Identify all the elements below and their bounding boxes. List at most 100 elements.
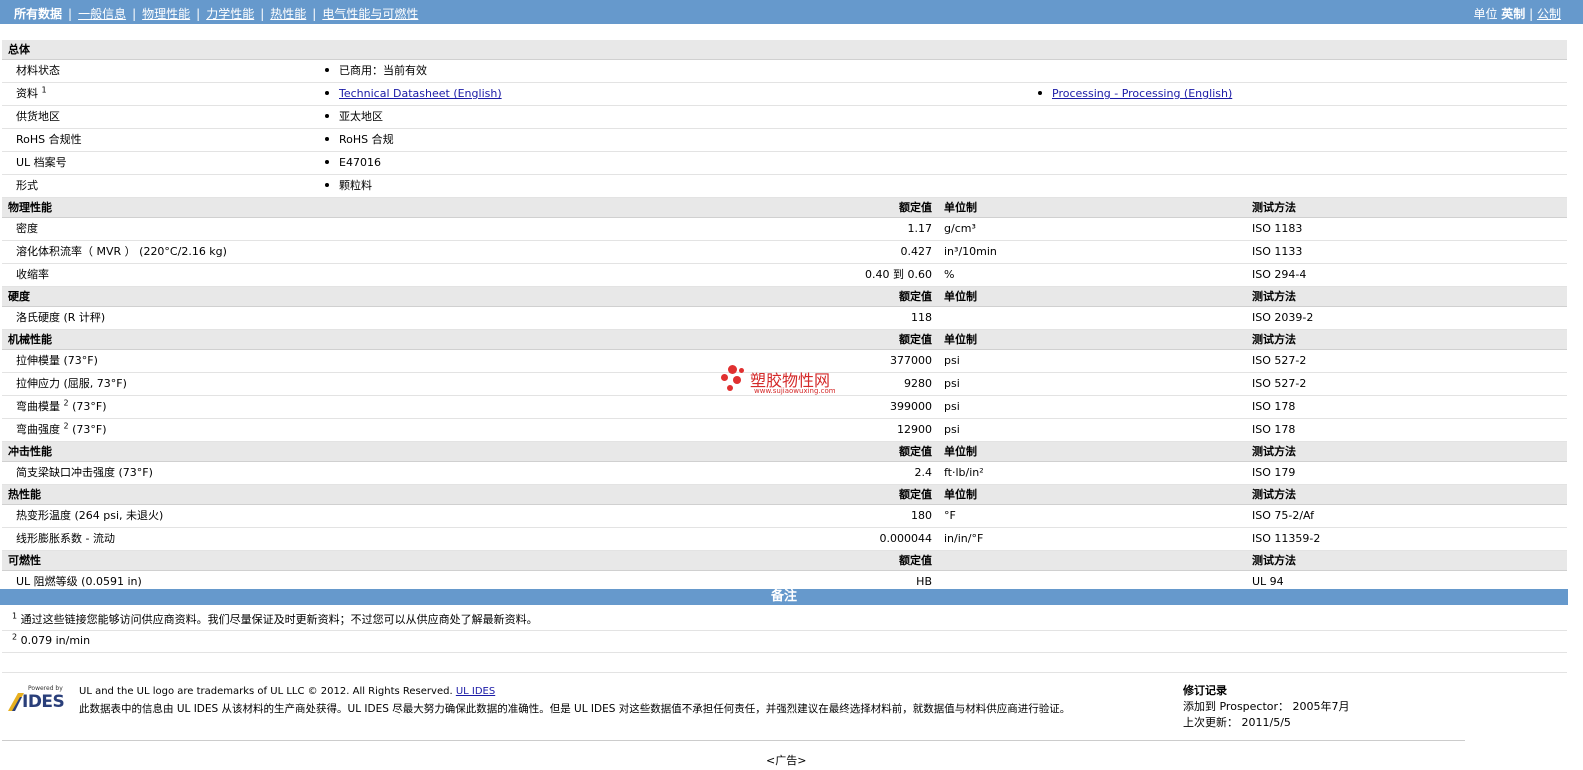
note-1: 1 通过这些链接您能够访问供应商资料。我们尽量保证及时更新资料；不过您可以从供应… bbox=[12, 611, 538, 626]
revision-updated: 上次更新： 2011/5/5 bbox=[1183, 716, 1291, 729]
property-unit: ft·lb/in² bbox=[938, 461, 1246, 485]
property-name: 拉伸应力 (屈服, 73°F) bbox=[2, 372, 634, 396]
ul-ides-link[interactable]: UL IDES bbox=[456, 686, 495, 697]
col-header-method: 测试方法 bbox=[1246, 550, 1568, 571]
property-value: 2.4 bbox=[634, 461, 938, 485]
col-header-method: 测试方法 bbox=[1246, 441, 1568, 462]
test-method: ISO 2039-2 bbox=[1246, 306, 1568, 330]
nav-thermal[interactable]: 热性能 bbox=[270, 7, 306, 21]
test-method: ISO 294-4 bbox=[1246, 263, 1568, 287]
property-row: 密度 1.17 g/cm³ ISO 1183 bbox=[2, 217, 1568, 241]
nav-all-data[interactable]: 所有数据 bbox=[14, 7, 62, 21]
section-title: 硬度 bbox=[2, 286, 319, 307]
property-value: 12900 bbox=[634, 418, 938, 442]
property-name: 密度 bbox=[2, 217, 634, 241]
property-value: 118 bbox=[634, 306, 938, 330]
property-unit: in³/10min bbox=[938, 240, 1246, 264]
section-title: 机械性能 bbox=[2, 329, 319, 350]
col-header-method: 测试方法 bbox=[1246, 197, 1568, 218]
top-nav-bar: 所有数据 | 一般信息 | 物理性能 | 力学性能 | 热性能 | 电气性能与可燃性 单位 英制 |… bbox=[0, 0, 1583, 24]
property-value: 已商用：当前有效 bbox=[319, 59, 1568, 83]
col-header-value: 额定值 bbox=[634, 329, 938, 350]
property-unit: psi bbox=[938, 418, 1246, 442]
property-value: 亚太地区 bbox=[319, 105, 1568, 129]
property-value: 0.40 到 0.60 bbox=[634, 263, 938, 287]
general-row: 材料状态 已商用：当前有效 bbox=[2, 59, 1568, 83]
units-metric-link[interactable]: 公制 bbox=[1537, 7, 1561, 21]
section-header: 冲击性能 额定值 单位制 测试方法 bbox=[2, 441, 1568, 462]
section-header: 物理性能 额定值 单位制 测试方法 bbox=[2, 197, 1568, 218]
datasheet-link[interactable]: Technical Datasheet (English) bbox=[339, 87, 502, 100]
watermark: 塑胶物性网 www.sujiaowuxing.com bbox=[720, 364, 860, 400]
section-header: 硬度 额定值 单位制 测试方法 bbox=[2, 286, 1568, 307]
nav-physical[interactable]: 物理性能 bbox=[142, 7, 190, 21]
col-header-unit: 单位制 bbox=[938, 484, 1246, 505]
section-header: 热性能 额定值 单位制 测试方法 bbox=[2, 484, 1568, 505]
revision-title: 修订记录 bbox=[1183, 684, 1227, 697]
section-title: 总体 bbox=[2, 40, 1568, 60]
test-method: ISO 527-2 bbox=[1246, 349, 1568, 373]
test-method: ISO 527-2 bbox=[1246, 372, 1568, 396]
revision-added: 添加到 Prospector： 2005年7月 bbox=[1183, 700, 1350, 713]
col-header-unit: 单位制 bbox=[938, 286, 1246, 307]
property-unit bbox=[938, 306, 1246, 330]
property-name: 供货地区 bbox=[2, 105, 319, 129]
col-header-unit: 单位制 bbox=[938, 329, 1246, 350]
revision-history: 修订记录 添加到 Prospector： 2005年7月 上次更新： 2011/… bbox=[1183, 683, 1350, 731]
section-title: 冲击性能 bbox=[2, 441, 319, 462]
property-value: E47016 bbox=[319, 151, 1568, 175]
section-header: 可燃性 额定值 测试方法 bbox=[2, 550, 1568, 571]
section-title: 可燃性 bbox=[2, 550, 319, 571]
col-header-value: 额定值 bbox=[634, 484, 938, 505]
property-row: 收缩率 0.40 到 0.60% ISO 294-4 bbox=[2, 263, 1568, 287]
property-value: 0.427 bbox=[634, 240, 938, 264]
property-unit: % bbox=[938, 263, 1246, 287]
general-row: 形式 颗粒料 bbox=[2, 174, 1568, 198]
property-unit: in/in/°F bbox=[938, 527, 1246, 551]
nav-general[interactable]: 一般信息 bbox=[78, 7, 126, 21]
unit-switch: 单位 英制 | 公制 bbox=[1473, 7, 1561, 21]
notes-header: 备注 bbox=[0, 589, 1568, 605]
test-method: ISO 178 bbox=[1246, 395, 1568, 419]
property-value: 0.000044 bbox=[634, 527, 938, 551]
property-unit: °F bbox=[938, 504, 1246, 528]
property-name: 收缩率 bbox=[2, 263, 634, 287]
units-label: 单位 bbox=[1473, 7, 1498, 21]
ides-logo: Powered by IDES bbox=[8, 685, 70, 713]
general-row: RoHS 合规性 RoHS 合规 bbox=[2, 128, 1568, 152]
test-method: ISO 1133 bbox=[1246, 240, 1568, 264]
general-row: 供货地区 亚太地区 bbox=[2, 105, 1568, 129]
section-header: 机械性能 额定值 单位制 测试方法 bbox=[2, 329, 1568, 350]
ad-label: <广告> bbox=[766, 754, 807, 767]
property-value: 颗粒料 bbox=[319, 174, 1568, 198]
footer: Powered by IDES UL and the UL logo are t… bbox=[8, 683, 1568, 743]
col-header-method: 测试方法 bbox=[1246, 286, 1568, 307]
col-header-method: 测试方法 bbox=[1246, 484, 1568, 505]
property-name: 线形膨胀系数 - 流动 bbox=[2, 527, 634, 551]
watermark-url: www.sujiaowuxing.com bbox=[754, 387, 836, 395]
property-value: RoHS 合规 bbox=[319, 128, 1568, 152]
property-unit: g/cm³ bbox=[938, 217, 1246, 241]
col-header-value: 额定值 bbox=[634, 550, 938, 571]
nav-electrical-flammability[interactable]: 电气性能与可燃性 bbox=[322, 7, 418, 21]
test-method: ISO 178 bbox=[1246, 418, 1568, 442]
property-name: 溶化体积流率（ MVR ） (220°C/2.16 kg) bbox=[2, 240, 634, 264]
properties-table: 总体 材料状态 已商用：当前有效 资料 1 Technical Datasheet (E… bbox=[2, 40, 1568, 594]
col-header-value: 额定值 bbox=[634, 441, 938, 462]
col-header-unit: 单位制 bbox=[938, 441, 1246, 462]
col-header-value: 额定值 bbox=[634, 197, 938, 218]
property-name: 资料 1 bbox=[2, 82, 319, 106]
units-english[interactable]: 英制 bbox=[1501, 7, 1525, 21]
property-name: 洛氏硬度 (R 计秤) bbox=[2, 306, 634, 330]
section-nav: 所有数据 | 一般信息 | 物理性能 | 力学性能 | 热性能 | 电气性能与可燃性 bbox=[14, 7, 419, 21]
property-value: 1.17 bbox=[634, 217, 938, 241]
col-header-unit: 单位制 bbox=[938, 197, 1246, 218]
property-name: 简支梁缺口冲击强度 (73°F) bbox=[2, 461, 634, 485]
processing-link[interactable]: Processing - Processing (English) bbox=[1052, 87, 1232, 100]
property-row: 洛氏硬度 (R 计秤) 118 ISO 2039-2 bbox=[2, 306, 1568, 330]
property-row: 线形膨胀系数 - 流动 0.000044 in/in/°F ISO 11359-2 bbox=[2, 527, 1568, 551]
property-unit: psi bbox=[938, 349, 1246, 373]
property-name: 形式 bbox=[2, 174, 319, 198]
general-row: UL 档案号 E47016 bbox=[2, 151, 1568, 175]
nav-mechanical[interactable]: 力学性能 bbox=[206, 7, 254, 21]
